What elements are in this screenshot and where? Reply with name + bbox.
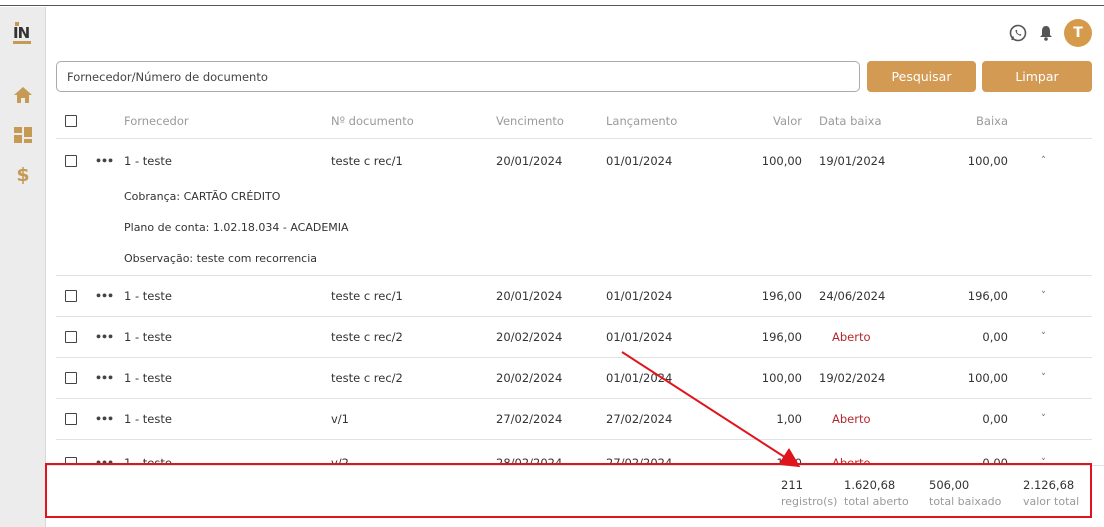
row-details: Cobrança: CARTÃO CRÉDITO Plano de conta:…: [56, 182, 1092, 276]
cell-documento: teste c rec/2: [331, 330, 403, 344]
dollar-icon[interactable]: $: [13, 165, 33, 185]
registros-label: registro(s): [781, 495, 838, 508]
logo-text: IN: [13, 24, 30, 42]
row-menu-icon[interactable]: •••: [95, 413, 114, 426]
search-button[interactable]: Pesquisar: [867, 61, 976, 92]
cell-valor: 196,00: [761, 289, 802, 303]
cell-fornecedor: 1 - teste: [124, 289, 172, 303]
total-baixado-label: total baixado: [929, 495, 1002, 508]
row-checkbox[interactable]: [65, 413, 77, 425]
main-content: T Pesquisar Limpar Fornecedor Nº documen…: [47, 7, 1104, 527]
column-header-baixa[interactable]: Baixa: [976, 114, 1008, 128]
cell-documento: v/1: [331, 412, 349, 426]
clear-button[interactable]: Limpar: [982, 61, 1092, 92]
registros-value: 211: [781, 478, 803, 492]
cell-baixa: 100,00: [967, 153, 1008, 168]
cell-baixa: 196,00: [967, 289, 1008, 303]
stat-total-aberto: 1.620,68 total aberto: [844, 478, 909, 508]
cell-fornecedor: 1 - teste: [124, 412, 172, 426]
valor-total-value: 2.126,68: [1023, 478, 1075, 492]
cell-vencimento: 27/02/2024: [496, 412, 563, 426]
chevron-down-icon[interactable]: ˅: [1041, 373, 1046, 384]
cell-lancamento: 01/01/2024: [606, 330, 673, 344]
payables-table: Fornecedor Nº documento Vencimento Lança…: [56, 104, 1092, 440]
cell-valor: 100,00: [761, 371, 802, 385]
cell-baixa: 0,00: [982, 330, 1008, 344]
column-header-data-baixa[interactable]: Data baixa: [819, 114, 882, 128]
cell-vencimento: 20/02/2024: [496, 330, 563, 344]
cell-lancamento: 27/02/2024: [606, 412, 673, 426]
totals-footer: 211 registro(s) 1.620,68 total aberto 50…: [47, 465, 1104, 527]
column-header-vencimento[interactable]: Vencimento: [496, 114, 564, 128]
cell-documento: teste c rec/1: [331, 289, 403, 303]
row-checkbox[interactable]: [65, 372, 77, 384]
row-menu-icon[interactable]: •••: [95, 331, 114, 344]
top-actions: T: [1008, 19, 1092, 47]
search-input[interactable]: [56, 61, 860, 92]
sidebar: IN $: [0, 7, 46, 527]
chevron-down-icon[interactable]: ˅: [1041, 414, 1046, 425]
cell-data-baixa: 24/06/2024: [819, 289, 886, 303]
valor-total-label: valor total: [1023, 495, 1080, 508]
cell-vencimento: 20/01/2024: [496, 289, 563, 303]
column-header-lancamento[interactable]: Lançamento: [606, 114, 677, 128]
dashboard-icon[interactable]: [13, 125, 33, 145]
total-aberto-label: total aberto: [844, 495, 909, 508]
row-menu-icon[interactable]: •••: [95, 290, 114, 303]
detail-cobranca: Cobrança: CARTÃO CRÉDITO: [124, 190, 281, 203]
cell-lancamento: 01/01/2024: [606, 371, 673, 385]
table-row[interactable]: ••• 1 - teste v/1 27/02/2024 27/02/2024 …: [56, 399, 1092, 440]
cell-data-baixa: 19/01/2024: [819, 153, 886, 168]
cell-lancamento: 01/01/2024: [606, 153, 673, 168]
app-window: IN $ T Fornecedor/Número de documento Pe…: [0, 0, 1104, 527]
row-menu-icon[interactable]: •••: [95, 154, 114, 167]
table-header: Fornecedor Nº documento Vencimento Lança…: [56, 104, 1092, 139]
cell-lancamento: 01/01/2024: [606, 289, 673, 303]
row-checkbox[interactable]: [65, 154, 77, 167]
row-checkbox[interactable]: [65, 331, 77, 343]
cell-baixa: 0,00: [982, 412, 1008, 426]
chevron-down-icon[interactable]: ˅: [1041, 332, 1046, 343]
row-menu-icon[interactable]: •••: [95, 372, 114, 385]
bell-icon[interactable]: [1038, 24, 1054, 42]
chevron-up-icon[interactable]: ˄: [1041, 155, 1046, 166]
cell-vencimento: 20/02/2024: [496, 371, 563, 385]
logo-underline: [13, 41, 31, 44]
cell-fornecedor: 1 - teste: [124, 153, 172, 168]
cell-valor: 196,00: [761, 330, 802, 344]
table-row[interactable]: ••• 1 - teste teste c rec/2 20/02/2024 0…: [56, 358, 1092, 399]
detail-observacao: Observação: teste com recorrencia: [124, 252, 318, 265]
row-checkbox[interactable]: [65, 290, 77, 302]
total-baixado-value: 506,00: [929, 478, 970, 492]
home-icon[interactable]: [13, 85, 33, 105]
select-all-checkbox[interactable]: [65, 115, 77, 127]
table-row[interactable]: ••• 1 - teste teste c rec/2 20/02/2024 0…: [56, 317, 1092, 358]
stat-registros: 211 registro(s): [781, 478, 837, 508]
column-header-fornecedor[interactable]: Fornecedor: [124, 114, 189, 128]
chevron-down-icon[interactable]: ˅: [1041, 291, 1046, 302]
detail-plano-conta: Plano de conta: 1.02.18.034 - ACADEMIA: [124, 221, 349, 234]
column-header-valor[interactable]: Valor: [773, 114, 802, 128]
total-aberto-value: 1.620,68: [844, 478, 896, 492]
whatsapp-icon[interactable]: [1008, 23, 1028, 43]
cell-vencimento: 20/01/2024: [496, 153, 563, 168]
window-top-edge: [0, 0, 1104, 6]
status-open-label: Aberto: [832, 330, 871, 344]
user-avatar[interactable]: T: [1064, 19, 1092, 47]
cell-data-baixa: 19/02/2024: [819, 371, 886, 385]
table-row[interactable]: ••• 1 - teste teste c rec/1 20/01/2024 0…: [56, 276, 1092, 317]
cell-valor: 1,00: [776, 412, 802, 426]
cell-fornecedor: 1 - teste: [124, 330, 172, 344]
cell-valor: 100,00: [761, 153, 802, 168]
cell-documento: teste c rec/2: [331, 371, 403, 385]
column-header-documento[interactable]: Nº documento: [331, 114, 414, 128]
stat-total-baixado: 506,00 total baixado: [929, 478, 1001, 508]
app-logo[interactable]: IN: [13, 22, 33, 44]
stat-valor-total: 2.126,68 valor total: [1023, 478, 1079, 508]
status-open-label: Aberto: [832, 412, 871, 426]
cell-fornecedor: 1 - teste: [124, 371, 172, 385]
cell-baixa: 100,00: [967, 371, 1008, 385]
cell-documento: teste c rec/1: [331, 153, 403, 168]
table-row[interactable]: ••• 1 - teste teste c rec/1 20/01/2024 0…: [56, 139, 1092, 182]
